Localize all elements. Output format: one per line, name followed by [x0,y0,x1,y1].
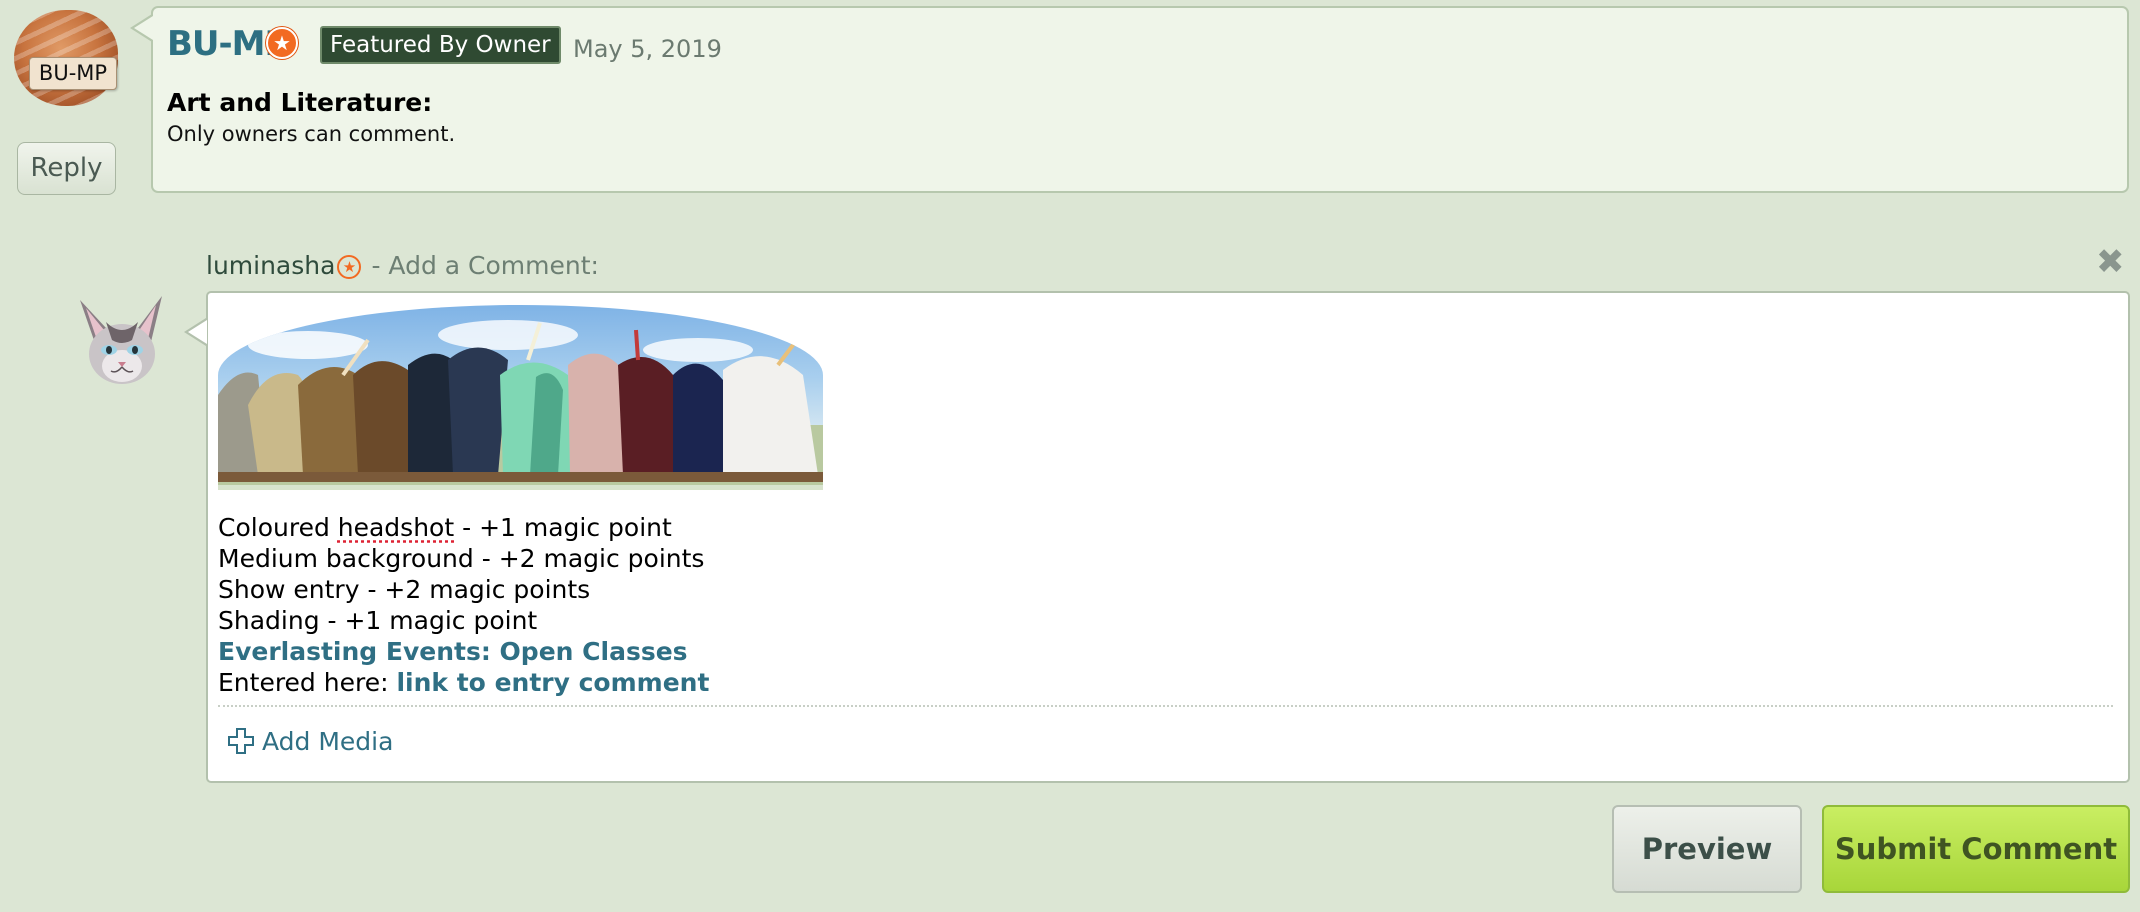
comment-body: Only owners can comment. [167,122,456,146]
text-line: Coloured headshot - +1 magic point [218,512,709,543]
editor-bubble-tail-fill [188,320,207,344]
reply-username[interactable]: luminasha [206,251,335,280]
entry-link[interactable]: link to entry comment [396,668,709,697]
add-media-button[interactable]: Add Media [228,727,393,760]
featured-badge: Featured By Owner [320,26,561,64]
add-media-label: Add Media [262,727,394,756]
add-comment-label: - Add a Comment: [371,251,599,280]
star-badge-icon: ★ [337,255,362,279]
plus-icon [228,728,254,760]
event-link-line: Everlasting Events: Open Classes [218,636,709,667]
star-badge-icon: ★ [266,27,298,59]
horses-illustration [218,320,823,485]
comment-title: Art and Literature: [167,88,433,117]
text-line: Entered here: link to entry comment [218,667,709,698]
text-fragment: Entered here: [218,668,397,697]
close-icon[interactable]: ✖ [2096,245,2125,279]
text-line: Medium background - +2 magic points [218,544,705,573]
reply-header: luminasha ★ - Add a Comment: [206,251,599,281]
reply-button[interactable]: Reply [17,142,116,195]
text-line: Show entry - +2 magic points [218,575,591,604]
comment-bubble-tail-fill [134,16,153,40]
preview-button[interactable]: Preview [1612,805,1802,893]
reply-user-avatar[interactable] [66,288,176,398]
cat-avatar-icon [80,296,162,384]
event-link[interactable]: Everlasting Events: Open Classes [218,637,688,666]
banner-fence-rail [218,472,823,482]
text-line: Shading - +1 magic point [218,606,538,635]
embedded-banner-image [218,305,823,490]
text-fragment: Coloured [218,513,338,542]
misspelled-word[interactable]: headshot [338,513,454,542]
editor-text[interactable]: Coloured headshot - +1 magic point Mediu… [218,512,709,698]
submit-comment-button[interactable]: Submit Comment [1822,805,2130,893]
editor-divider [218,705,2113,707]
avatar-name-tag: BU-MP [29,57,117,90]
text-fragment: - +1 magic point [454,513,672,542]
comment-date: May 5, 2019 [573,35,722,63]
